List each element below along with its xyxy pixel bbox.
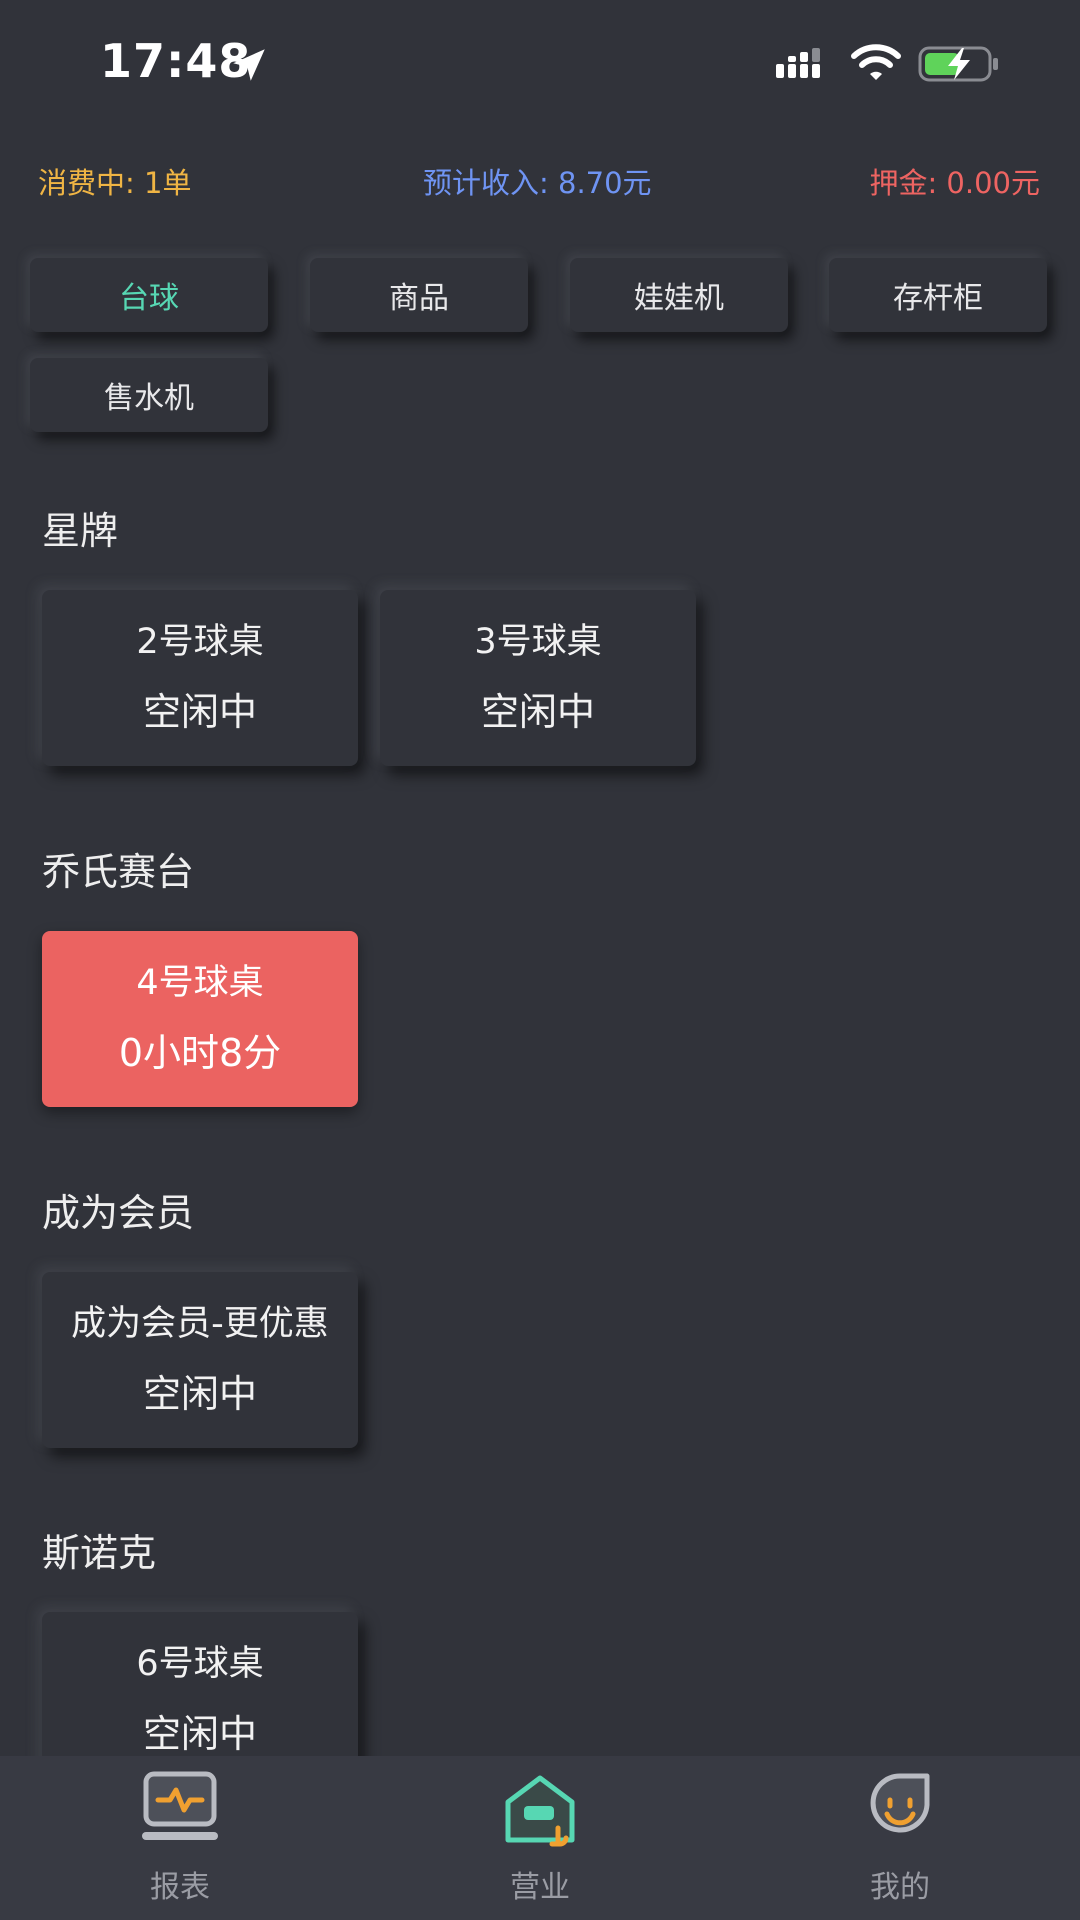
section-title: 斯诺克: [42, 1531, 157, 1575]
nav-label: 我的: [870, 1870, 930, 1905]
status-bar: 17:48: [0, 0, 1080, 130]
table-name: 成为会员-更优惠: [71, 1304, 329, 1344]
section-title: 成为会员: [42, 1191, 195, 1235]
table-card[interactable]: 3号球桌 空闲中: [380, 590, 696, 766]
deposit-amount: 押金: 0.00元: [869, 166, 1040, 200]
battery-charging-icon: [918, 46, 998, 82]
nav-item-report[interactable]: 报表: [60, 1756, 300, 1920]
screen: 17:48 消费中: 1单 预计收入: 8.70元 押金: 0.00元 台球 商…: [0, 0, 1080, 1920]
business-house-icon: [505, 1775, 575, 1847]
consuming-count: 消费中: 1单: [38, 166, 192, 200]
nav-item-business[interactable]: 营业: [420, 1756, 660, 1920]
wifi-icon: [851, 44, 901, 80]
table-status: 空闲中: [142, 690, 257, 734]
section-title: 星牌: [42, 509, 119, 553]
table-card[interactable]: 2号球桌 空闲中: [42, 590, 358, 766]
tab-water-vending[interactable]: 售水机: [30, 358, 268, 432]
table-name: 6号球桌: [136, 1644, 264, 1684]
nav-item-mine[interactable]: 我的: [780, 1756, 1020, 1920]
table-name: 4号球桌: [136, 963, 264, 1003]
expected-income: 预计收入: 8.70元: [423, 166, 652, 200]
tab-goods[interactable]: 商品: [310, 258, 528, 332]
table-card[interactable]: 成为会员-更优惠 空闲中: [42, 1272, 358, 1448]
profile-smile-icon: [870, 1773, 930, 1833]
table-status: 空闲中: [142, 1372, 257, 1416]
tab-cue-locker[interactable]: 存杆柜: [829, 258, 1047, 332]
location-arrow-icon: [233, 49, 265, 81]
bottom-nav: 报表 营业 我的: [0, 1756, 1080, 1920]
section-title: 乔氏赛台: [42, 850, 195, 894]
tab-claw-machine[interactable]: 娃娃机: [570, 258, 788, 332]
nav-label: 营业: [510, 1870, 570, 1905]
nav-label: 报表: [150, 1870, 210, 1905]
table-status: 空闲中: [142, 1712, 257, 1756]
report-monitor-icon: [142, 1771, 218, 1840]
tab-billiards[interactable]: 台球: [30, 258, 268, 332]
table-elapsed-time: 0小时8分: [118, 1031, 282, 1075]
table-status: 空闲中: [480, 690, 595, 734]
summary-bar: 消费中: 1单 预计收入: 8.70元 押金: 0.00元: [0, 160, 1080, 210]
table-name: 2号球桌: [136, 622, 264, 662]
table-card-in-use[interactable]: 4号球桌 0小时8分: [42, 931, 358, 1107]
table-name: 3号球桌: [474, 622, 602, 662]
cellular-signal-icon: [776, 48, 820, 78]
